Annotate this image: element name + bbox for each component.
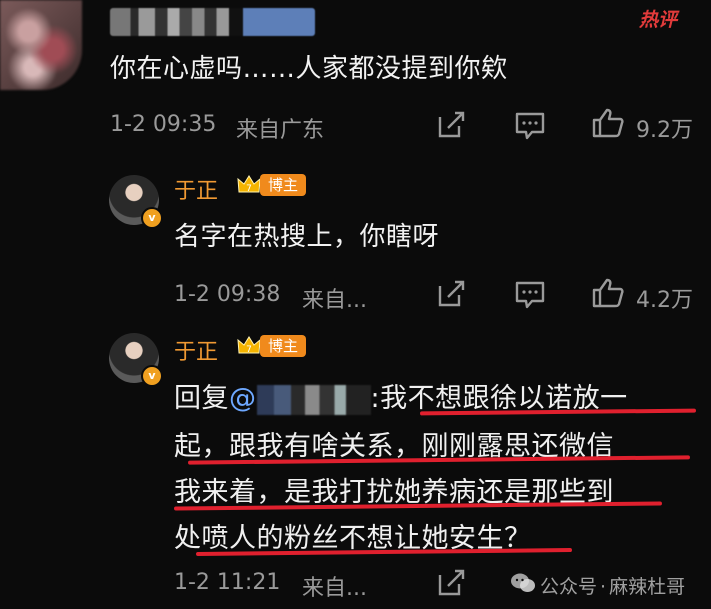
share-icon[interactable] <box>436 568 466 598</box>
reply-avatar[interactable]: v <box>109 175 163 229</box>
crown-icon: 7 <box>236 333 262 359</box>
like-count: 9.2万 <box>636 118 693 143</box>
reply-username[interactable]: 于正 <box>174 334 218 366</box>
watermark: 公众号 · 麻辣杜哥 <box>540 572 685 599</box>
svg-text:7: 7 <box>246 345 252 355</box>
reply-date: 1-2 11:21 <box>174 570 281 595</box>
blogger-badge: 博主 <box>260 174 307 196</box>
like-icon[interactable] <box>591 107 625 139</box>
reply-location: 来自... <box>302 576 367 601</box>
watermark-prefix: 公众号 <box>540 576 598 598</box>
wechat-icon <box>510 572 536 594</box>
watermark-separator: · <box>600 576 607 598</box>
reply-prefix: 回复 <box>174 383 229 414</box>
svg-text:7: 7 <box>246 184 252 194</box>
commenter-name-redacted[interactable] <box>110 8 315 36</box>
comment-date: 1-2 09:35 <box>110 112 217 137</box>
share-icon[interactable] <box>436 279 466 309</box>
share-icon[interactable] <box>436 110 466 140</box>
reply-text: 名字在热搜上，你瞎呀 <box>174 222 440 252</box>
commenter-avatar[interactable] <box>0 0 82 90</box>
hot-comment-tag: 热评 <box>639 9 678 31</box>
mention-name-redacted[interactable] <box>256 384 371 415</box>
like-count: 4.2万 <box>636 288 693 313</box>
comment-text: 你在心虚吗……人家都没提到你欸 <box>110 54 508 84</box>
like-icon[interactable] <box>591 277 625 309</box>
reply-date: 1-2 09:38 <box>174 282 281 307</box>
comment-icon[interactable] <box>514 280 546 310</box>
mention-at[interactable]: @ <box>229 383 257 414</box>
reply-avatar[interactable]: v <box>109 333 163 387</box>
verified-icon: v <box>141 207 163 229</box>
comment-icon[interactable] <box>514 111 546 141</box>
crown-icon: 7 <box>236 172 262 198</box>
watermark-name: 麻辣杜哥 <box>609 576 686 598</box>
verified-icon: v <box>141 365 163 387</box>
reply-location: 来自... <box>302 288 367 313</box>
blogger-badge: 博主 <box>260 335 307 357</box>
comment-location: 来自广东 <box>236 118 325 143</box>
reply-username[interactable]: 于正 <box>174 173 218 205</box>
